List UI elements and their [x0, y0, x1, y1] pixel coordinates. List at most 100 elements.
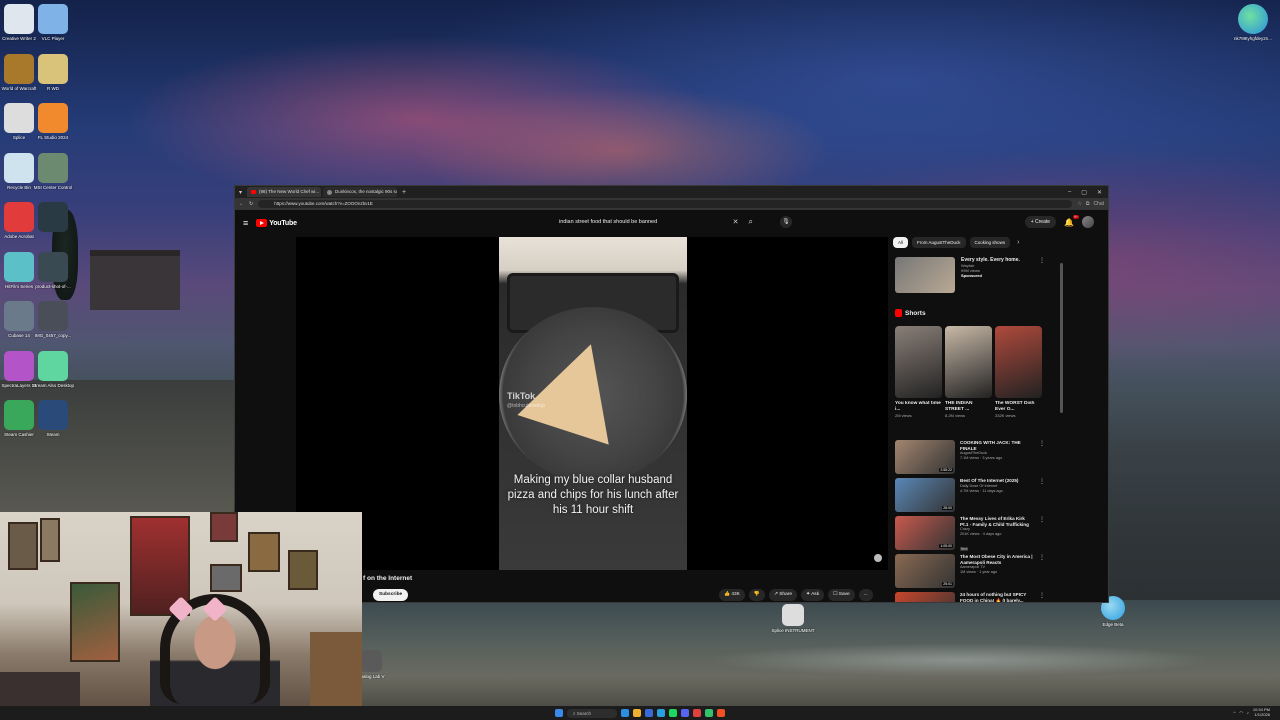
chevron-right-icon[interactable]: ›: [1017, 239, 1019, 246]
hamburger-menu-icon[interactable]: ≡: [243, 218, 248, 228]
tab-dunkincos[interactable]: Dunkincos, the nostalgic 90s sca... ×: [323, 187, 398, 197]
share-button[interactable]: ↗ Share: [768, 589, 798, 601]
desktop-icon-splice-instrument[interactable]: Splice INSTRUMENT: [770, 604, 816, 633]
subscribe-button[interactable]: Subscribe: [373, 589, 409, 601]
more-options-icon[interactable]: ⋮: [1039, 554, 1045, 588]
taskbar-app-icon[interactable]: [681, 709, 689, 717]
video-player[interactable]: TikTok @tobhcuttesetup Making my blue co…: [296, 237, 888, 570]
maximize-icon[interactable]: ▢: [1081, 189, 1087, 196]
chip-cooking-shows[interactable]: Cooking shows: [969, 237, 1011, 248]
more-options-icon[interactable]: ⋮: [1039, 516, 1045, 555]
list-item[interactable]: 24 hours of nothing but SPICY FOOD in Ch…: [895, 592, 1045, 602]
video-title: f on the Internet: [363, 575, 413, 582]
bookmark-icon[interactable]: ☆: [1077, 201, 1081, 207]
short-item[interactable]: THE INDIAN STREET ... 8.2M views: [945, 326, 992, 418]
desktop-icon[interactable]: Stream Also Desktop: [30, 350, 76, 388]
short-item[interactable]: You know what time i... 2M views: [895, 326, 942, 418]
create-button[interactable]: + Create: [1024, 216, 1057, 228]
filter-chips: All From AugustTheDuck Cooking shows ›: [893, 237, 1045, 248]
youtube-logo[interactable]: YouTube: [256, 219, 297, 227]
taskbar-app-icon[interactable]: [657, 709, 665, 717]
site-favicon-icon: [327, 189, 333, 195]
tab-actions-icon[interactable]: ▾: [239, 189, 242, 196]
desktop-icon[interactable]: MSI Center Control: [30, 152, 76, 190]
app-icon: [38, 4, 68, 34]
taskbar: ⌕ Search ^ ◠ ♪ 10:34 PM 1/1/2026: [0, 706, 1280, 720]
house: [90, 250, 180, 310]
back-icon[interactable]: ←: [239, 201, 244, 207]
wall-painting: [210, 512, 238, 542]
taskbar-search[interactable]: ⌕ Search: [567, 708, 617, 718]
chip-all[interactable]: All: [893, 237, 909, 248]
refresh-icon[interactable]: ↻: [249, 201, 253, 207]
list-item[interactable]: 2:55:22 COOKING WITH JACK: THE FINALE Augu…: [895, 440, 1045, 474]
extensions-icon[interactable]: ⧉: [1086, 201, 1090, 207]
clock[interactable]: 10:34 PM 1/1/2026: [1253, 707, 1270, 717]
duration-badge: 2:55:22: [939, 468, 953, 472]
list-item[interactable]: 25:01 The Most Obese City in America | Aa…: [895, 554, 1045, 588]
shorts-shelf: You know what time i... 2M views THE INDIA…: [895, 326, 1042, 418]
taskbar-app-icon[interactable]: [621, 709, 629, 717]
taskbar-app-icon[interactable]: [645, 709, 653, 717]
dislike-button[interactable]: 👎: [748, 589, 765, 601]
wall-painting: [210, 564, 242, 592]
more-options-icon[interactable]: ⋮: [1039, 592, 1045, 602]
duration-badge: 28:00: [942, 506, 953, 510]
notification-count: 9+: [1073, 214, 1079, 219]
profile-button[interactable]: Chat: [1093, 201, 1104, 207]
short-item[interactable]: The WORST Dish Ever O... 332K views: [995, 326, 1042, 418]
taskbar-app-icon[interactable]: [693, 709, 701, 717]
search-input[interactable]: indian street food that should be banned: [553, 219, 733, 225]
desktop-icon[interactable]: product-shot-of-...: [30, 251, 76, 289]
analog-lab-icon: [360, 650, 382, 672]
app-icon: [38, 400, 68, 430]
search-box[interactable]: indian street food that should be banned…: [553, 215, 753, 229]
save-button[interactable]: ☐ Save: [828, 589, 855, 601]
notifications-icon[interactable]: 🔔 9+: [1064, 214, 1079, 227]
sponsored-ad[interactable]: Every style. Every home. Wayfair 99M vie…: [895, 257, 1045, 293]
taskbar-app-icon[interactable]: [669, 709, 677, 717]
url-field[interactable]: https://www.youtube.com/watch?v=ZOOOnzbv…: [258, 200, 1073, 208]
tab-youtube[interactable]: (98) The New World Chef wi... ×: [247, 187, 322, 197]
taskbar-app-icon[interactable]: [633, 709, 641, 717]
desktop-icon-edge[interactable]: nk789tyhgfdey2n...: [1230, 4, 1276, 41]
desktop-icon[interactable]: Steam: [30, 400, 76, 437]
chip-from-channel[interactable]: From AugustTheDuck: [912, 237, 966, 248]
clear-search-icon[interactable]: ✕: [733, 218, 739, 226]
wifi-icon[interactable]: ◠: [1239, 710, 1243, 715]
close-window-icon[interactable]: ✕: [1097, 189, 1102, 196]
wall-painting: [248, 532, 280, 572]
more-options-icon[interactable]: ⋮: [1039, 257, 1045, 293]
volume-icon[interactable]: ♪: [1247, 710, 1249, 715]
avatar[interactable]: [1082, 216, 1094, 228]
list-item[interactable]: 1:05:00 The Messy Lives of Erika Kirk Pt.…: [895, 516, 1045, 555]
minimize-icon[interactable]: –: [1068, 189, 1071, 196]
taskbar-app-icon[interactable]: [705, 709, 713, 717]
like-button[interactable]: 👍 43K: [719, 589, 745, 601]
list-item[interactable]: 28:00 Best Of The Internet (2025) Daily Do…: [895, 478, 1045, 512]
desktop-icon[interactable]: VLC Player: [30, 4, 76, 41]
ask-button[interactable]: ✦ Ask: [801, 589, 825, 601]
desktop-icon[interactable]: IMG_0457_copy...: [30, 301, 76, 338]
search-icon[interactable]: ⌕: [749, 217, 753, 227]
microphone-icon[interactable]: 🎙: [780, 216, 792, 228]
more-options-icon[interactable]: ⋮: [1039, 478, 1045, 512]
desktop-icon[interactable]: [30, 202, 76, 234]
chevron-up-icon[interactable]: ^: [1233, 710, 1235, 715]
wave-foam: [560, 630, 1280, 690]
start-windows-icon[interactable]: [555, 709, 563, 717]
miniplayer-icon[interactable]: [874, 554, 882, 562]
more-actions-button[interactable]: ...: [858, 589, 873, 601]
address-bar-row: ← ↻ https://www.youtube.com/watch?v=ZOOO…: [235, 198, 1108, 210]
app-icon: [38, 152, 68, 183]
desktop-icon[interactable]: R WD: [30, 53, 76, 91]
new-tab-button[interactable]: +: [402, 189, 406, 196]
more-options-icon[interactable]: ⋮: [1039, 440, 1045, 474]
duration-badge: 25:01: [942, 582, 953, 586]
app-icon: [38, 251, 68, 282]
browser-window: ▾ (98) The New World Chef wi... × Dunkin…: [234, 185, 1109, 603]
desktop-icon[interactable]: FL Studio 2024: [30, 103, 76, 140]
scrollbar[interactable]: [1060, 263, 1063, 413]
taskbar-app-icon[interactable]: [717, 709, 725, 717]
taskbar-apps: [621, 709, 725, 717]
